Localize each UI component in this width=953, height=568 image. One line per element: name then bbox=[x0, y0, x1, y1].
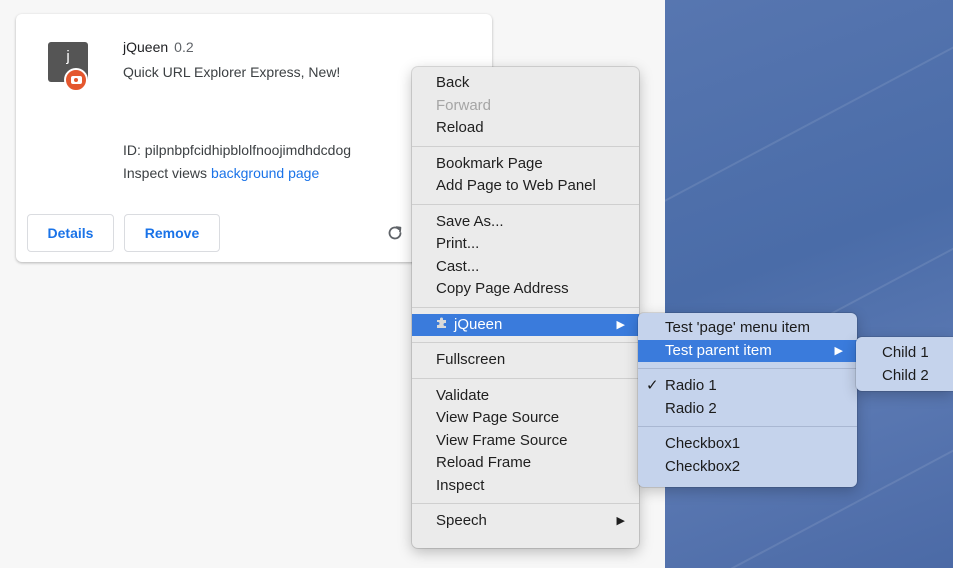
menu-item-speech[interactable]: Speech ▶ bbox=[412, 510, 639, 533]
menu-item-view-page-source[interactable]: View Page Source bbox=[412, 407, 639, 430]
extension-title: jQueen 0.2 bbox=[123, 39, 194, 55]
menu-item-test-parent-label: Test parent item bbox=[665, 341, 772, 359]
menu-item-reload[interactable]: Reload bbox=[412, 117, 639, 140]
inspect-views: Inspect views background page bbox=[123, 165, 319, 181]
remove-button[interactable]: Remove bbox=[124, 214, 220, 252]
submenu-arrow-icon: ▶ bbox=[616, 515, 625, 527]
checkmark-icon: ✓ bbox=[646, 377, 659, 394]
details-button[interactable]: Details bbox=[27, 214, 114, 252]
extension-id: ID: pilpnbpfcidhipblolfnoojimdhdcdog bbox=[123, 142, 352, 158]
extension-version: 0.2 bbox=[174, 39, 194, 55]
extension-icon-letter: j bbox=[66, 48, 70, 65]
menu-item-radio-2[interactable]: Radio 2 bbox=[638, 398, 857, 421]
background-page-link[interactable]: background page bbox=[211, 165, 319, 181]
menu-item-reload-frame[interactable]: Reload Frame bbox=[412, 452, 639, 475]
menu-item-save-as[interactable]: Save As... bbox=[412, 211, 639, 234]
extension-name: jQueen bbox=[123, 39, 169, 55]
menu-item-print[interactable]: Print... bbox=[412, 233, 639, 256]
menu-separator bbox=[638, 426, 857, 427]
menu-item-child-2[interactable]: Child 2 bbox=[856, 365, 953, 388]
menu-item-extension-jqueen[interactable]: jQueen ▶ bbox=[412, 313, 639, 337]
menu-item-inspect[interactable]: Inspect bbox=[412, 475, 639, 498]
menu-item-add-to-web-panel[interactable]: Add Page to Web Panel bbox=[412, 175, 639, 198]
menu-separator bbox=[412, 145, 639, 147]
reload-icon[interactable] bbox=[383, 221, 407, 245]
menu-separator bbox=[412, 203, 639, 205]
badge-pill bbox=[70, 76, 82, 84]
menu-item-validate[interactable]: Validate bbox=[412, 385, 639, 408]
reload-icon-glyph bbox=[388, 226, 402, 240]
menu-item-speech-label: Speech bbox=[436, 512, 487, 529]
menu-item-test-page[interactable]: Test 'page' menu item bbox=[638, 317, 857, 340]
menu-separator bbox=[638, 368, 857, 369]
puzzle-piece-icon bbox=[436, 314, 454, 337]
menu-item-view-frame-source[interactable]: View Frame Source bbox=[412, 430, 639, 453]
menu-item-forward: Forward bbox=[436, 96, 492, 114]
menu-item-bookmark-page[interactable]: Bookmark Page bbox=[412, 153, 639, 176]
menu-item-checkbox-1[interactable]: Checkbox1 bbox=[638, 433, 857, 456]
menu-item-child-1[interactable]: Child 1 bbox=[856, 342, 953, 365]
puzzle-glyph bbox=[437, 317, 446, 328]
submenu-arrow-icon: ▶ bbox=[616, 318, 625, 331]
menu-item-back[interactable]: Back bbox=[412, 72, 639, 95]
menu-separator bbox=[412, 503, 639, 504]
extension-description: Quick URL Explorer Express, New! bbox=[123, 64, 341, 80]
menu-separator bbox=[412, 377, 639, 379]
extension-badge-icon bbox=[64, 68, 88, 92]
menu-item-extension-label: jQueen bbox=[454, 315, 503, 333]
menu-separator bbox=[412, 342, 639, 343]
context-menu: Back Forward Reload Bookmark Page Add Pa… bbox=[412, 67, 639, 548]
menu-item-fullscreen[interactable]: Fullscreen bbox=[412, 349, 639, 372]
menu-item-radio-1[interactable]: ✓ Radio 1 bbox=[638, 375, 857, 398]
menu-item-test-parent[interactable]: Test parent item ▶ bbox=[638, 339, 857, 362]
inspect-views-label: Inspect views bbox=[123, 165, 208, 181]
extension-submenu: Test 'page' menu item Test parent item ▶… bbox=[638, 313, 857, 487]
child-submenu: Child 1 Child 2 bbox=[856, 337, 953, 391]
wallpaper-streak bbox=[665, 21, 953, 221]
menu-item-copy-page-address[interactable]: Copy Page Address bbox=[412, 278, 639, 301]
submenu-arrow-icon: ▶ bbox=[834, 344, 843, 357]
menu-item-cast[interactable]: Cast... bbox=[412, 256, 639, 279]
menu-separator bbox=[412, 306, 639, 308]
menu-item-radio-1-label: Radio 1 bbox=[665, 377, 717, 394]
menu-item-checkbox-2[interactable]: Checkbox2 bbox=[638, 456, 857, 479]
